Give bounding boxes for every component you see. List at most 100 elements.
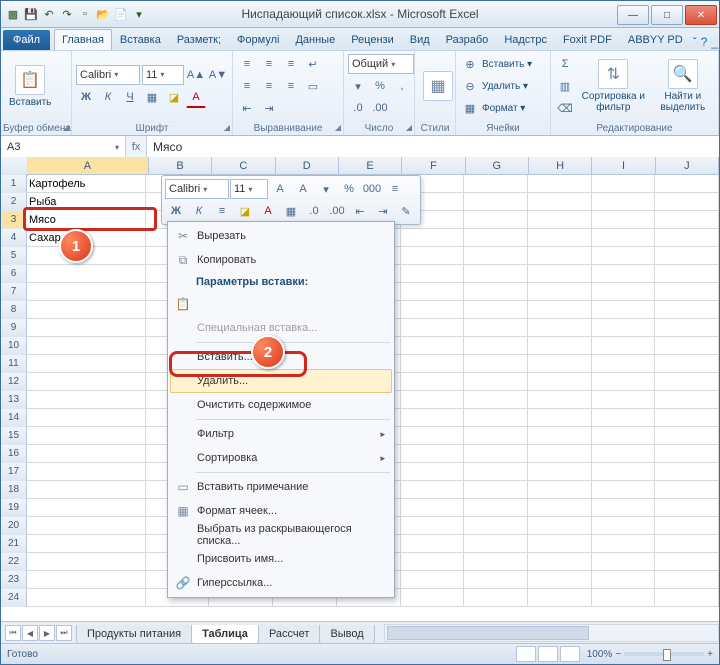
tab-foxit[interactable]: Foxit PDF — [555, 29, 620, 50]
mini-indent-inc-button[interactable]: ⇥ — [372, 201, 394, 221]
cell-I3[interactable] — [592, 211, 656, 228]
mini-border-button[interactable]: ▦ — [280, 201, 302, 221]
cell-A1[interactable]: Картофель — [27, 175, 146, 192]
cell-F9[interactable] — [401, 319, 465, 336]
cell-A21[interactable] — [27, 535, 146, 552]
mini-accounting-button[interactable]: ▾ — [315, 179, 337, 199]
align-top-button[interactable]: ≡ — [237, 54, 257, 74]
sheet-nav-first[interactable]: ⏮ — [5, 625, 21, 641]
cell-H22[interactable] — [528, 553, 592, 570]
cell-H1[interactable] — [528, 175, 592, 192]
cell-J13[interactable] — [655, 391, 719, 408]
column-header-J[interactable]: J — [656, 157, 719, 175]
cell-J6[interactable] — [655, 265, 719, 282]
cell-H6[interactable] — [528, 265, 592, 282]
column-header-I[interactable]: I — [592, 157, 655, 175]
cell-G22[interactable] — [464, 553, 528, 570]
cell-H20[interactable] — [528, 517, 592, 534]
cell-G2[interactable] — [464, 193, 528, 210]
cell-G24[interactable] — [464, 589, 528, 606]
mini-comma-button[interactable]: 000 — [361, 179, 383, 199]
decrease-decimal-button[interactable]: .00 — [370, 98, 390, 118]
format-cells-button[interactable]: Формат ▾ — [482, 103, 525, 114]
ctx-picklist[interactable]: Выбрать из раскрывающегося списка... — [170, 523, 392, 547]
tab-layout[interactable]: Разметк; — [169, 29, 229, 50]
cell-A18[interactable] — [27, 481, 146, 498]
cell-I13[interactable] — [592, 391, 656, 408]
cell-F8[interactable] — [401, 301, 465, 318]
sheet-tab-output[interactable]: Вывод — [319, 625, 374, 644]
row-header-3[interactable]: 3 — [1, 211, 27, 229]
cell-H9[interactable] — [528, 319, 592, 336]
font-color-button[interactable]: A — [186, 87, 206, 108]
row-header-20[interactable]: 20 — [1, 517, 27, 535]
align-center-button[interactable]: ≡ — [259, 76, 279, 96]
row-header-10[interactable]: 10 — [1, 337, 27, 355]
sheet-tab-products[interactable]: Продукты питания — [76, 625, 192, 644]
cell-H14[interactable] — [528, 409, 592, 426]
row-header-15[interactable]: 15 — [1, 427, 27, 445]
cell-J23[interactable] — [655, 571, 719, 588]
cell-I20[interactable] — [592, 517, 656, 534]
bold-button[interactable]: Ж — [76, 87, 96, 107]
cell-A23[interactable] — [27, 571, 146, 588]
comma-button[interactable]: , — [392, 76, 412, 96]
align-right-button[interactable]: ≡ — [281, 76, 301, 96]
row-header-9[interactable]: 9 — [1, 319, 27, 337]
cell-J1[interactable] — [655, 175, 719, 192]
ctx-delete[interactable]: Удалить... — [170, 369, 392, 393]
mini-grow-button[interactable]: A — [269, 179, 291, 199]
cell-A8[interactable] — [27, 301, 146, 318]
tab-view[interactable]: Вид — [402, 29, 438, 50]
cell-F17[interactable] — [401, 463, 465, 480]
column-header-H[interactable]: H — [529, 157, 592, 175]
column-header-A[interactable]: A — [27, 157, 149, 175]
sheet-tab-table[interactable]: Таблица — [191, 625, 259, 644]
grow-font-button[interactable]: A▲ — [186, 65, 206, 85]
mini-indent-dec-button[interactable]: ⇤ — [349, 201, 371, 221]
cell-J14[interactable] — [655, 409, 719, 426]
cell-F21[interactable] — [401, 535, 465, 552]
ctx-cut[interactable]: ✂Вырезать — [170, 224, 392, 248]
cell-G11[interactable] — [464, 355, 528, 372]
cell-G12[interactable] — [464, 373, 528, 390]
cell-H18[interactable] — [528, 481, 592, 498]
tab-abbyy[interactable]: ABBYY PD — [620, 29, 691, 50]
cell-I10[interactable] — [592, 337, 656, 354]
tab-review[interactable]: Рецензи — [343, 29, 402, 50]
cell-styles-button[interactable]: ▦ — [419, 69, 457, 103]
cell-I16[interactable] — [592, 445, 656, 462]
cell-I14[interactable] — [592, 409, 656, 426]
cell-F12[interactable] — [401, 373, 465, 390]
cell-H19[interactable] — [528, 499, 592, 516]
mini-size-combo[interactable]: 11▾ — [230, 179, 268, 199]
cell-G13[interactable] — [464, 391, 528, 408]
redo-icon[interactable]: ↷ — [59, 6, 75, 22]
cell-A9[interactable] — [27, 319, 146, 336]
select-all-corner[interactable] — [1, 157, 28, 176]
ctx-hyperlink[interactable]: 🔗Гиперссылка... — [170, 571, 392, 595]
zoom-slider[interactable] — [624, 652, 704, 656]
cell-A14[interactable] — [27, 409, 146, 426]
cell-F5[interactable] — [401, 247, 465, 264]
cell-I1[interactable] — [592, 175, 656, 192]
row-header-7[interactable]: 7 — [1, 283, 27, 301]
cell-A6[interactable] — [27, 265, 146, 282]
sort-filter-button[interactable]: ⇅Сортировка и фильтр — [577, 57, 650, 115]
wrap-text-button[interactable]: ↵ — [303, 54, 323, 74]
cell-F4[interactable] — [401, 229, 465, 246]
row-header-16[interactable]: 16 — [1, 445, 27, 463]
cell-A3[interactable]: Мясо — [27, 211, 146, 228]
cell-A20[interactable] — [27, 517, 146, 534]
cell-F14[interactable] — [401, 409, 465, 426]
cell-H13[interactable] — [528, 391, 592, 408]
column-header-C[interactable]: C — [212, 157, 275, 175]
ctx-name[interactable]: Присвоить имя... — [170, 547, 392, 571]
cell-I5[interactable] — [592, 247, 656, 264]
row-header-14[interactable]: 14 — [1, 409, 27, 427]
save-icon[interactable]: 💾 — [23, 6, 39, 22]
formula-input[interactable]: Мясо — [147, 136, 719, 158]
cell-G18[interactable] — [464, 481, 528, 498]
undo-icon[interactable]: ↶ — [41, 6, 57, 22]
cell-I24[interactable] — [592, 589, 656, 606]
